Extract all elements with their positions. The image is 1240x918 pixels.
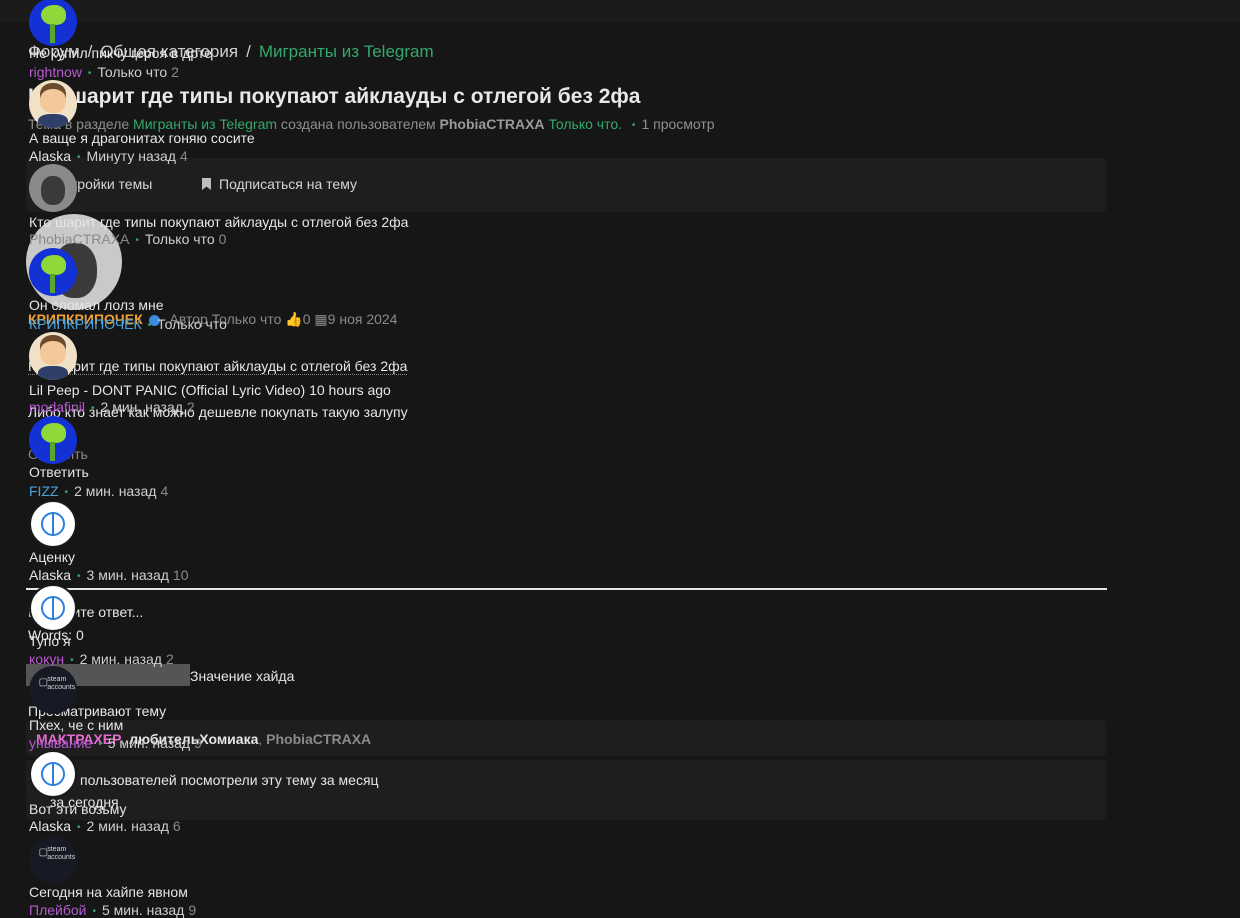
similar-thread-user[interactable]: rightnow <box>29 64 82 80</box>
similar-thread-meta: кокун • 2 мин. назад 2 <box>29 651 174 667</box>
meta-views: 1 просмотр <box>641 116 715 132</box>
similar-thread-title[interactable]: Аценку <box>29 549 75 565</box>
similar-thread-user[interactable]: Alaska <box>29 818 71 834</box>
subscribe-label: Подписаться на тему <box>219 176 357 192</box>
meta-created-by: создана пользователем <box>280 116 436 132</box>
similar-thread-meta: Alaska • 3 мин. назад 10 <box>29 567 189 583</box>
similar-thread-user[interactable]: Плейбой <box>29 902 86 918</box>
similar-thread-count: 10 <box>172 567 189 583</box>
similar-thread-time: 3 мин. назад <box>86 567 169 583</box>
similar-thread-avatar[interactable] <box>29 332 77 380</box>
calendar-icon: ▦ <box>314 311 328 327</box>
post-likes: 0 <box>302 311 311 327</box>
similar-thread-title[interactable]: Вот эти возьму <box>29 801 126 817</box>
similar-thread-count: 2 <box>186 399 195 415</box>
similar-thread-avatar[interactable] <box>29 0 77 46</box>
meta-dot: • <box>631 119 636 131</box>
similar-thread-count: 0 <box>218 231 227 247</box>
similar-thread-meta: FIZZ • 2 мин. назад 4 <box>29 483 168 499</box>
similar-thread-meta: КРИПКРИПОЧЕК • Только что <box>29 316 231 332</box>
similar-thread-title[interactable]: Пхех, че с ним <box>29 717 123 733</box>
similar-thread-user[interactable]: Alaska <box>29 148 71 164</box>
similar-thread-time: 2 мин. назад <box>86 818 169 834</box>
meta-author-link[interactable]: PhobiaCTRAXA <box>440 116 545 132</box>
similar-thread-title[interactable]: Ответить <box>29 464 89 480</box>
monthly-viewers-text: пользователей посмотрели эту тему за мес… <box>80 772 379 788</box>
similar-thread-count: 9 <box>188 902 197 918</box>
thread-title: Кто шарит где типы покупают айклауды с о… <box>28 85 641 108</box>
similar-thread-user[interactable]: кокун <box>29 651 64 667</box>
similar-thread-count: 4 <box>179 148 188 164</box>
similar-thread-avatar[interactable] <box>29 80 77 128</box>
meta-dot: • <box>64 486 69 498</box>
meta-dot: • <box>98 738 102 750</box>
post-quote: Кто шарит где типы покупают айклауды с о… <box>28 358 408 375</box>
meta-dot: • <box>91 402 95 414</box>
hide-value-label: Значение хайда <box>190 668 295 684</box>
similar-thread-title[interactable]: А ваще я драгонитах гоняю сосите <box>29 130 255 146</box>
similar-thread-count: 6 <box>172 818 181 834</box>
similar-thread-user[interactable]: FIZZ <box>29 483 59 499</box>
meta-dot: • <box>77 821 81 833</box>
similar-thread-count: 9 <box>194 735 202 751</box>
similar-thread-meta: Alaska • Минуту назад 4 <box>29 148 188 164</box>
bookmark-icon <box>202 178 211 190</box>
similar-thread-user[interactable]: PhobiaCTRAXA <box>29 231 129 247</box>
similar-thread-meta: PhobiaCTRAXA • Только что 0 <box>29 231 226 247</box>
similar-thread-time: Только что <box>144 231 215 247</box>
similar-thread-meta: rightnow • Только что 2 <box>29 64 179 80</box>
meta-dot: • <box>147 319 152 331</box>
similar-thread-avatar[interactable] <box>29 500 77 548</box>
similar-thread-title[interactable]: Сегодня на хайпе явном <box>29 884 188 900</box>
similar-thread-time: Только что <box>157 316 227 332</box>
breadcrumb-section[interactable]: Мигранты из Telegram <box>259 42 434 61</box>
similar-thread-avatar[interactable] <box>29 584 77 632</box>
similar-thread-avatar[interactable] <box>29 836 77 884</box>
subscribe-button[interactable]: Подписаться на тему <box>202 176 357 192</box>
similar-thread-time: 5 мин. назад <box>107 735 191 751</box>
similar-thread-title[interactable]: Он сломал лолз мне <box>29 297 164 313</box>
similar-thread-avatar[interactable] <box>29 248 77 296</box>
editor-divider <box>26 588 1107 590</box>
similar-thread-title[interactable]: Тупо я <box>29 633 71 649</box>
monthly-viewers-panel: пользователей посмотрели эту тему за мес… <box>26 760 1106 820</box>
similar-thread-meta: modafinil • 2 мин. назад 2 <box>29 399 195 415</box>
similar-thread-time: 2 мин. назад <box>100 399 183 415</box>
similar-thread-count: 2 <box>165 651 174 667</box>
similar-thread-meta: Плейбой • 5 мин. назад 9 <box>29 902 196 918</box>
meta-dot: • <box>135 234 139 246</box>
similar-thread-time: Только что <box>97 64 168 80</box>
similar-thread-user[interactable]: КРИПКРИПОЧЕК <box>29 316 142 332</box>
similar-thread-avatar[interactable] <box>29 750 77 798</box>
similar-thread-user[interactable]: Alaska <box>29 567 71 583</box>
similar-thread-title[interactable]: Не купил пикчу героя в дрте <box>29 45 212 61</box>
similar-thread-user[interactable]: modafinil <box>29 399 85 415</box>
similar-thread-time: 2 мин. назад <box>79 651 162 667</box>
similar-thread-time: Минуту назад <box>86 148 176 164</box>
similar-thread-count: 2 <box>171 64 179 80</box>
meta-dot: • <box>92 905 96 917</box>
similar-thread-title[interactable]: Lil Peep - DONT PANIC (Official Lyric Vi… <box>29 382 391 398</box>
meta-time: Только что. <box>548 116 623 132</box>
similar-thread-user[interactable]: унывание <box>29 735 92 751</box>
top-navigation-bar <box>0 0 1240 22</box>
similar-thread-meta: Alaska • 2 мин. назад 6 <box>29 818 181 834</box>
meta-dot: • <box>70 654 74 666</box>
post-date: 9 ноя 2024 <box>327 311 398 327</box>
thread-toolbar: Настройки темы Подписаться на тему <box>26 158 1106 212</box>
similar-thread-meta: унывание • 5 мин. назад 9 <box>29 735 202 751</box>
thumbs-up-icon: 👍 <box>285 311 303 327</box>
breadcrumb-separator: / <box>246 42 251 61</box>
meta-dot: • <box>87 67 92 79</box>
meta-dot: • <box>77 570 81 582</box>
similar-thread-avatar[interactable] <box>29 666 77 714</box>
similar-thread-avatar[interactable] <box>29 416 77 464</box>
meta-dot: • <box>77 151 81 163</box>
similar-thread-count: 4 <box>160 483 169 499</box>
similar-thread-title[interactable]: Кто шарит где типы покупают айклауды с о… <box>29 214 408 230</box>
similar-thread-time: 2 мин. назад <box>74 483 157 499</box>
similar-thread-time: 5 мин. назад <box>101 902 185 918</box>
viewer-user[interactable]: PhobiaCTRAXA <box>266 731 371 747</box>
similar-thread-avatar[interactable] <box>29 164 77 212</box>
